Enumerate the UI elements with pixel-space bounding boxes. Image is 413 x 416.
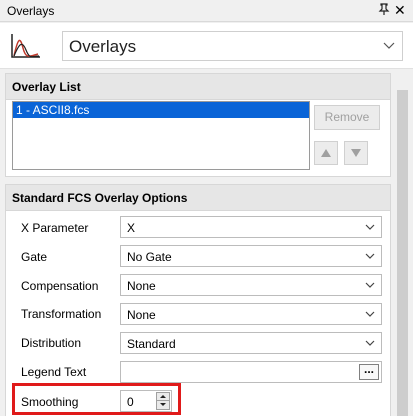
overlay-list-heading: Overlay List: [6, 74, 390, 100]
legend-text-field[interactable]: ...: [120, 361, 382, 383]
compensation-label: Compensation: [21, 279, 99, 293]
transformation-label: Transformation: [21, 307, 102, 321]
move-down-button[interactable]: [344, 141, 368, 165]
panel-selector-dropdown[interactable]: Overlays: [62, 31, 403, 61]
legend-text-label: Legend Text: [21, 365, 87, 379]
gate-value: No Gate: [127, 250, 172, 264]
chevron-down-icon: [365, 253, 375, 259]
gate-label: Gate: [21, 250, 48, 264]
chevron-down-icon: [383, 42, 395, 49]
gate-dropdown[interactable]: No Gate: [120, 245, 382, 267]
transformation-value: None: [127, 308, 156, 322]
compensation-value: None: [127, 279, 156, 293]
chevron-down-icon: [365, 224, 375, 230]
list-item[interactable]: 1 - ASCII8.fcs: [13, 102, 309, 118]
distribution-value: Standard: [127, 337, 176, 351]
close-icon[interactable]: ✕: [394, 2, 406, 19]
overlay-list-section: Overlay List 1 - ASCII8.fcs Remove: [5, 73, 391, 177]
triangle-up-icon: [321, 149, 331, 157]
overlay-listbox[interactable]: 1 - ASCII8.fcs: [12, 101, 310, 170]
overlay-curves-icon: [10, 32, 42, 60]
x-parameter-value: X: [127, 221, 136, 235]
triangle-down-icon: [351, 149, 361, 157]
transformation-dropdown[interactable]: None: [120, 303, 382, 325]
scrollbar-thumb[interactable]: [397, 90, 408, 416]
distribution-dropdown[interactable]: Standard: [120, 332, 382, 354]
compensation-dropdown[interactable]: None: [120, 274, 382, 296]
x-parameter-dropdown[interactable]: X: [120, 216, 382, 238]
chevron-down-icon: [365, 311, 375, 317]
chevron-down-icon: [365, 340, 375, 346]
remove-button[interactable]: Remove: [314, 105, 380, 130]
move-up-button[interactable]: [314, 141, 338, 165]
panel-header: Overlays: [0, 23, 413, 69]
chevron-down-icon: [365, 282, 375, 288]
pin-icon[interactable]: [378, 3, 390, 18]
window-titlebar: Overlays ✕: [0, 0, 413, 22]
legend-text-browse-button[interactable]: ...: [359, 363, 379, 380]
vertical-scrollbar[interactable]: [393, 70, 413, 416]
smoothing-highlight-box: [12, 383, 181, 415]
window-title: Overlays: [7, 4, 55, 18]
distribution-label: Distribution: [21, 336, 82, 350]
x-parameter-label: X Parameter: [21, 221, 89, 235]
panel-selector-value: Overlays: [69, 37, 137, 56]
overlay-options-heading: Standard FCS Overlay Options: [6, 185, 390, 211]
